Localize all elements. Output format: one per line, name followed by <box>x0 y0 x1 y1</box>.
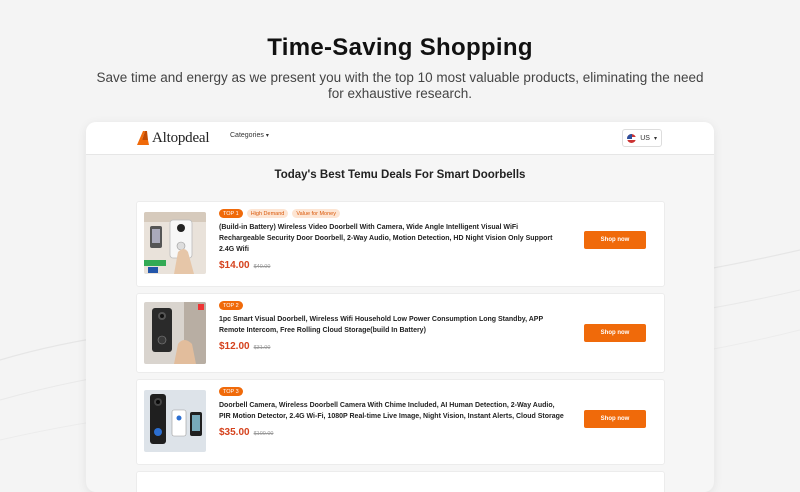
page-heading: Today's Best Temu Deals For Smart Doorbe… <box>274 169 526 181</box>
product-card: TOP 1 High Demand Value for Money (Build… <box>136 201 665 287</box>
hero-title: Time-Saving Shopping <box>267 34 533 61</box>
logo-icon <box>137 131 149 145</box>
product-image[interactable] <box>144 390 206 452</box>
locale-selector[interactable]: US ▾ <box>622 129 662 147</box>
logo-text: Altopdeal <box>152 129 210 146</box>
product-image[interactable] <box>144 302 206 364</box>
product-card <box>136 471 665 492</box>
product-image[interactable] <box>144 212 206 274</box>
product-info: TOP 3 Doorbell Camera, Wireless Doorbell… <box>219 387 564 438</box>
product-card: TOP 2 1pc Smart Visual Doorbell, Wireles… <box>136 293 665 373</box>
shop-now-button[interactable]: Shop now <box>584 324 646 342</box>
product-price: $14.00 <box>219 260 250 271</box>
categories-menu[interactable]: Categories ▾ <box>230 132 269 139</box>
rank-badge: TOP 1 <box>219 209 243 218</box>
product-title[interactable]: (Build-in Battery) Wireless Video Doorbe… <box>219 222 564 255</box>
product-title[interactable]: Doorbell Camera, Wireless Doorbell Camer… <box>219 400 564 422</box>
hero-subtitle: Save time and energy as we present you w… <box>96 70 704 101</box>
site-window: Altopdeal Categories ▾ US ▾ Today's Best… <box>86 122 714 492</box>
shop-now-button[interactable]: Shop now <box>584 410 646 428</box>
product-info: TOP 2 1pc Smart Visual Doorbell, Wireles… <box>219 301 564 352</box>
original-price: $100.00 <box>253 431 274 437</box>
doorbell-image-icon <box>144 212 206 274</box>
product-price: $35.00 <box>219 427 250 438</box>
product-info: TOP 1 High Demand Value for Money (Build… <box>219 209 564 271</box>
price-row: $14.00 $40.00 <box>219 260 564 271</box>
doorbell-image-icon <box>144 390 206 452</box>
tag-badge: Value for Money <box>292 209 340 218</box>
categories-label: Categories <box>230 132 264 139</box>
original-price: $31.00 <box>253 345 271 351</box>
doorbell-image-icon <box>144 302 206 364</box>
badge-row: TOP 1 High Demand Value for Money <box>219 209 564 218</box>
product-title[interactable]: 1pc Smart Visual Doorbell, Wireless Wifi… <box>219 314 564 336</box>
locale-label: US <box>640 134 650 142</box>
price-row: $35.00 $100.00 <box>219 427 564 438</box>
product-card: TOP 3 Doorbell Camera, Wireless Doorbell… <box>136 379 665 465</box>
rank-badge: TOP 2 <box>219 301 243 310</box>
original-price: $40.00 <box>253 264 271 270</box>
product-price: $12.00 <box>219 341 250 352</box>
us-flag-icon <box>627 133 637 143</box>
badge-row: TOP 2 <box>219 301 564 310</box>
caret-down-icon: ▾ <box>653 135 657 142</box>
top-navbar: Altopdeal Categories ▾ US ▾ <box>86 122 714 155</box>
shop-now-button[interactable]: Shop now <box>584 231 646 249</box>
rank-badge: TOP 3 <box>219 387 243 396</box>
caret-down-icon: ▾ <box>265 133 269 139</box>
site-logo[interactable]: Altopdeal <box>136 129 210 147</box>
price-row: $12.00 $31.00 <box>219 341 564 352</box>
badge-row: TOP 3 <box>219 387 564 396</box>
tag-badge: High Demand <box>246 209 289 218</box>
